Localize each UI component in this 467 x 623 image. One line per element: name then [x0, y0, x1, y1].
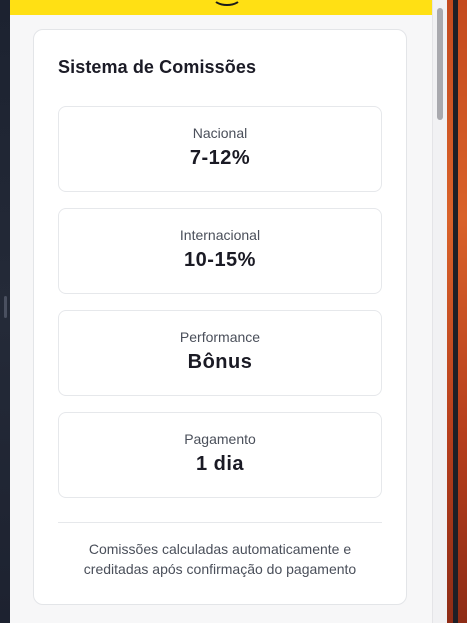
desktop-backdrop-right	[447, 0, 467, 623]
stat-box-pagamento: Pagamento 1 dia	[58, 412, 382, 498]
vertical-scrollbar[interactable]	[432, 0, 447, 623]
top-header-bar	[10, 0, 432, 15]
stat-label: Internacional	[179, 227, 261, 243]
footnote-divider	[58, 522, 382, 523]
stat-value: 10-15%	[184, 249, 256, 271]
scrollbar-thumb[interactable]	[437, 8, 443, 120]
stat-value: 7-12%	[189, 147, 251, 169]
stat-value: 1 dia	[195, 453, 245, 475]
window-resize-handle[interactable]	[4, 296, 7, 318]
stat-label: Performance	[179, 329, 261, 345]
desktop-backdrop-left	[0, 0, 10, 623]
adjacent-window-edge	[453, 0, 458, 623]
stat-box-internacional: Internacional 10-15%	[58, 208, 382, 294]
card-title: Sistema de Comissões	[58, 57, 257, 77]
stat-label: Pagamento	[184, 431, 256, 447]
stat-box-nacional: Nacional 7-12%	[58, 106, 382, 192]
stat-label: Nacional	[192, 125, 248, 141]
stat-box-performance: Performance Bônus	[58, 310, 382, 396]
commission-system-card: Sistema de Comissões Nacional 7-12% Inte…	[33, 29, 407, 605]
app-window: Sistema de Comissões Nacional 7-12% Inte…	[10, 0, 432, 623]
commission-footnote: Comissões calculadas automaticamente e c…	[83, 541, 357, 577]
stat-value: Bônus	[187, 351, 253, 373]
brand-logo-icon[interactable]	[212, 0, 242, 6]
